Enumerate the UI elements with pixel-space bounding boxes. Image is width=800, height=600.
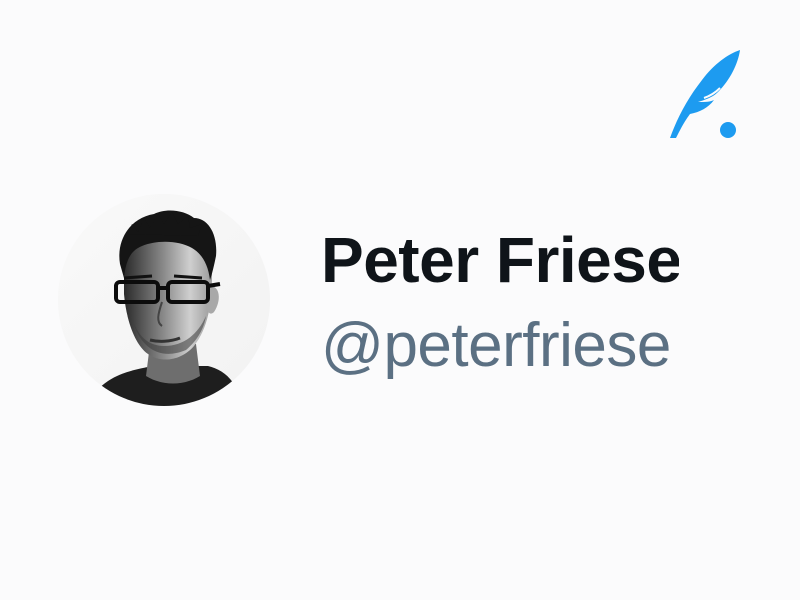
user-handle[interactable]: @peterfriese [321, 308, 671, 384]
avatar[interactable] [58, 194, 270, 406]
profile-photo-icon [58, 194, 270, 406]
feather-logo-icon [664, 46, 744, 142]
profile-card: Peter Friese @peterfriese [0, 0, 800, 600]
display-name[interactable]: Peter Friese [321, 222, 679, 298]
profile-identity: Peter Friese @peterfriese [321, 222, 679, 392]
